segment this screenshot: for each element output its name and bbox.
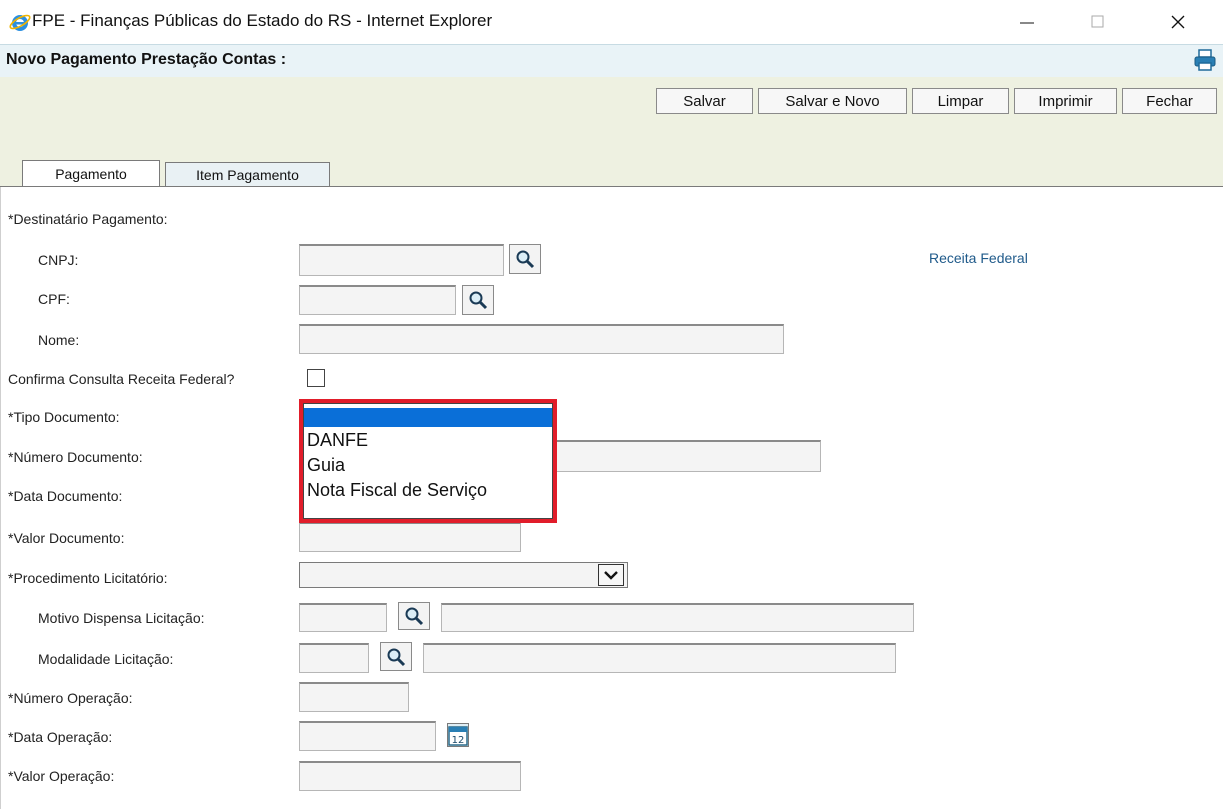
minimize-button[interactable] [1004,0,1050,44]
cpf-label: CPF: [38,291,70,307]
minimize-icon [1020,22,1034,24]
clear-button[interactable]: Limpar [912,88,1009,114]
modalidade-search-button[interactable] [380,642,412,671]
data-documento-label: *Data Documento: [8,488,123,504]
confirma-checkbox[interactable] [307,369,325,387]
receita-federal-link[interactable]: Receita Federal [929,250,1028,266]
numero-operacao-input[interactable] [299,682,409,712]
motivo-dispensa-search-button[interactable] [398,602,430,630]
printer-icon[interactable] [1193,49,1217,71]
nome-label: Nome: [38,332,80,348]
search-icon [387,648,406,666]
close-form-button[interactable]: Fechar [1122,88,1217,114]
calendar-button[interactable]: 12 [447,723,469,747]
procedimento-dropdown-arrow[interactable] [598,564,624,586]
search-icon [405,607,424,626]
page-title: Novo Pagamento Prestação Contas : [6,51,287,68]
data-operacao-input[interactable] [299,721,436,751]
cpf-search-button[interactable] [462,285,494,315]
cpf-input[interactable] [299,285,456,315]
search-icon [516,250,535,269]
window-title: FPE - Finanças Públicas do Estado do RS … [32,11,493,30]
data-operacao-label: *Data Operação: [8,729,113,745]
tipo-documento-option-nfs[interactable]: Nota Fiscal de Serviço [307,480,487,501]
maximize-icon [1091,15,1104,28]
modalidade-description-input[interactable] [423,643,896,673]
numero-operacao-label: *Número Operação: [8,690,133,706]
tipo-documento-option-blank[interactable] [304,408,552,427]
tab-pagamento[interactable]: Pagamento [22,160,160,187]
procedimento-select[interactable] [299,562,628,588]
cnpj-search-button[interactable] [509,244,541,274]
chevron-down-icon [604,571,618,580]
cnpj-input[interactable] [299,244,504,276]
destinatario-label: *Destinatário Pagamento: [8,211,168,227]
numero-documento-input[interactable] [555,440,821,472]
maximize-button[interactable] [1075,0,1121,44]
calendar-day: 12 [452,735,465,746]
valor-operacao-label: *Valor Operação: [8,768,115,784]
print-button[interactable]: Imprimir [1014,88,1117,114]
internet-explorer-icon [9,14,31,31]
tipo-documento-option-danfe[interactable]: DANFE [307,430,368,451]
calendar-icon: 12 [448,726,468,746]
modalidade-label: Modalidade Licitação: [38,651,174,667]
tab-item-pagamento[interactable]: Item Pagamento [165,162,330,187]
save-button[interactable]: Salvar [656,88,753,114]
tipo-documento-option-guia[interactable]: Guia [307,455,345,476]
close-button[interactable] [1155,0,1201,44]
save-and-new-button[interactable]: Salvar e Novo [758,88,907,114]
form-left-border [0,187,1,809]
close-icon [1171,15,1185,29]
search-icon [469,291,488,310]
valor-operacao-input[interactable] [299,761,521,791]
motivo-dispensa-label: Motivo Dispensa Licitação: [38,610,205,626]
confirma-label: Confirma Consulta Receita Federal? [8,371,235,387]
tipo-documento-label: *Tipo Documento: [8,409,120,425]
tab-divider [0,186,1223,187]
valor-documento-label: *Valor Documento: [8,530,125,546]
numero-documento-label: *Número Documento: [8,449,143,465]
motivo-dispensa-description-input[interactable] [441,603,914,632]
motivo-dispensa-code-input[interactable] [299,603,387,632]
nome-input[interactable] [299,324,784,354]
cnpj-label: CNPJ: [38,252,79,268]
procedimento-label: *Procedimento Licitatório: [8,570,168,586]
valor-documento-input[interactable] [299,522,521,552]
modalidade-code-input[interactable] [299,643,369,673]
